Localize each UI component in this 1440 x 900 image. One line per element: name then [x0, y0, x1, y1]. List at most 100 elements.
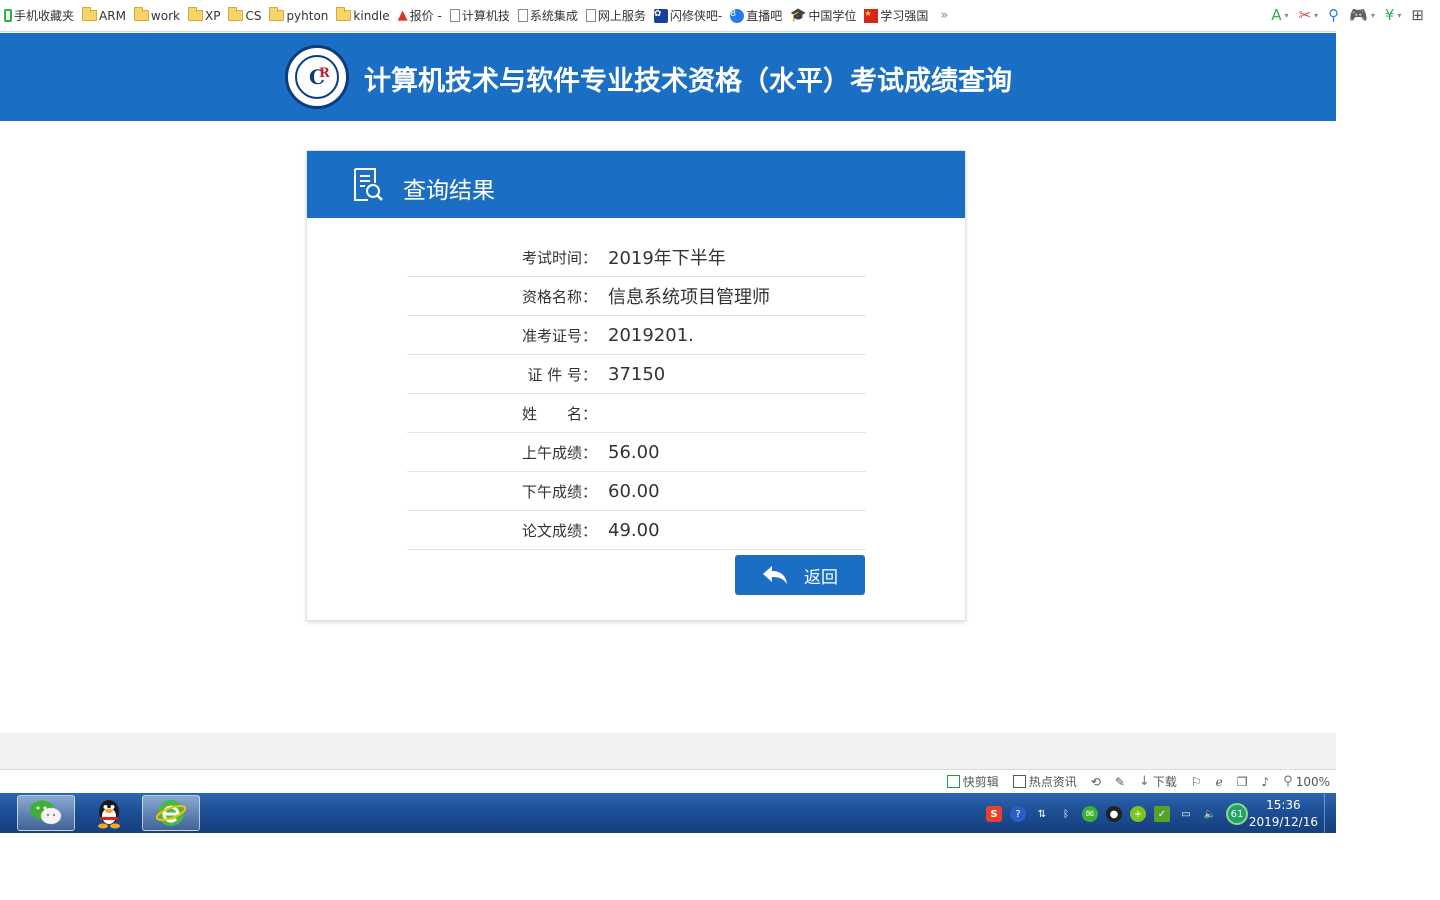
help-icon[interactable]: ? [1010, 806, 1026, 822]
taskbar-browser[interactable] [142, 795, 200, 831]
phone-icon [4, 9, 12, 22]
sogou-s-icon[interactable]: S [986, 806, 1002, 822]
bookmark-label: XP [204, 8, 221, 23]
page-title: 计算机技术与软件专业技术资格（水平）考试成绩查询 [364, 66, 1012, 97]
qq-penguin-icon [98, 800, 120, 829]
system-tray: S ? ⇅ ᛒ ✉ ● + ✓ ▭ 🔈 61 [986, 803, 1248, 825]
row-label: 资格名称： [521, 287, 597, 306]
taskbar-qq[interactable] [80, 795, 138, 831]
row-label: 证 件 号： [527, 365, 597, 384]
row-afternoon-score: 下午成绩： 60.00 [407, 472, 866, 511]
row-admission-number: 准考证号： 2019201. [407, 316, 866, 355]
hot-news-item[interactable]: 热点资讯 [1012, 773, 1077, 790]
bookmark-item[interactable]: XP [187, 7, 221, 23]
result-rows: 考试时间： 2019年下半年 资格名称： 信息系统项目管理师 准考证号： 201… [407, 238, 866, 550]
row-name: 姓 名： [407, 394, 866, 433]
row-value: 2019201. [608, 324, 694, 346]
zoom-item[interactable]: ⚲ 100% [1283, 774, 1330, 789]
bookmark-item[interactable]: work [133, 7, 180, 23]
bookmark-label: 系统集成 [529, 9, 578, 23]
bookmark-item[interactable]: ✿ 闪修侠吧- [653, 7, 723, 24]
folder-icon [269, 7, 285, 21]
back-button[interactable]: 返回 [735, 555, 865, 595]
pin-icon[interactable]: ✎ [1115, 775, 1125, 789]
download-label: 下载 [1152, 775, 1177, 789]
bookmark-label: 中国学位 [808, 9, 857, 23]
gamepad-icon[interactable]: 🎮 ▾ [1349, 6, 1375, 24]
folder-icon [133, 7, 149, 21]
bookmark-item[interactable]: CS [228, 7, 261, 23]
folder-icon [228, 7, 244, 21]
bookmark-label: 计算机技 [461, 9, 510, 23]
show-desktop-button[interactable] [1324, 793, 1336, 833]
paw-icon: ✿ [653, 8, 668, 23]
row-value: 2019年下半年 [608, 248, 726, 269]
network-usb-icon[interactable]: ⇅ [1034, 806, 1050, 822]
security-plus-icon[interactable]: + [1130, 806, 1146, 822]
yen-shield-icon[interactable]: ¥ ▾ [1385, 6, 1402, 24]
clock-time: 15:36 [1266, 798, 1301, 812]
browser-e-icon [156, 800, 186, 826]
flag-icon[interactable]: ⚐ [1191, 775, 1202, 789]
volume-icon[interactable]: 🔈 [1202, 806, 1218, 822]
quick-clip-item[interactable]: 快剪辑 [946, 773, 999, 790]
speaker-icon[interactable]: ♪ [1261, 775, 1269, 789]
page-icon [585, 9, 596, 22]
download-arrow-icon: ↓ [1138, 774, 1150, 789]
quick-clip-label: 快剪辑 [962, 775, 999, 789]
page-icon [517, 9, 528, 22]
bookmarks-overflow-chevron[interactable]: » [940, 8, 948, 23]
row-value: 60.00 [608, 480, 660, 502]
back-button-label: 返回 [804, 567, 838, 588]
row-value: 56.00 [608, 441, 660, 463]
quick-clip-icon [946, 775, 960, 788]
document-search-icon [354, 168, 383, 201]
red-square-icon: ★ [864, 8, 879, 23]
page-footer-strip [0, 733, 1336, 769]
bookmark-item[interactable]: 网上服务 [585, 7, 646, 24]
bookmark-item[interactable]: 系统集成 [517, 7, 578, 24]
bookmark-item[interactable]: pyhton [269, 7, 328, 23]
card-title: 查询结果 [403, 178, 495, 204]
page-icon [449, 9, 460, 22]
windows-taskbar: S ? ⇅ ᛒ ✉ ● + ✓ ▭ 🔈 61 15:36 2019/12/16 [0, 793, 1336, 833]
bookmark-item[interactable]: 🎓 中国学位 [790, 7, 856, 24]
bookmark-label: kindle [353, 8, 390, 23]
bookmark-item[interactable]: ARM [82, 7, 126, 23]
network-monitor-icon[interactable]: ▭ [1178, 806, 1194, 822]
bookmark-item[interactable]: ★ 学习强国 [864, 7, 928, 24]
bookmark-item[interactable]: 计算机技 [449, 7, 510, 24]
triangle-logo-icon: ▲ [397, 8, 408, 23]
ceac-logo: C R [285, 45, 349, 109]
apps-grid-icon[interactable]: ⊞ [1411, 6, 1424, 24]
row-label: 姓 名： [521, 404, 597, 423]
refresh-circle-icon[interactable]: ⟲ [1091, 775, 1101, 789]
bookmark-item[interactable]: 手机收藏夹 [4, 7, 74, 24]
bookmark-label: 闪修侠吧- [669, 9, 723, 23]
row-label: 下午成绩： [521, 482, 597, 501]
qq-tray-icon[interactable]: ● [1106, 806, 1122, 822]
bookmarks-bar: 手机收藏夹 ARM work XP CS pyhton kindle ▲ 报价 - 计算机技 系统集… [0, 0, 1336, 32]
translate-icon[interactable]: A ▾ [1271, 6, 1288, 24]
download-item[interactable]: ↓ 下载 [1139, 773, 1177, 790]
scissors-icon[interactable]: ✂ ▾ [1299, 6, 1319, 24]
bookmark-item[interactable]: kindle [336, 7, 390, 23]
blue-circle-icon: 8 [730, 8, 745, 23]
wechat-tray-icon[interactable]: ✉ [1082, 806, 1098, 822]
return-arrow-icon [763, 566, 787, 584]
safety-shield-icon[interactable]: ✓ [1154, 806, 1170, 822]
taskbar-wechat[interactable] [17, 795, 75, 831]
row-exam-time: 考试时间： 2019年下半年 [407, 238, 866, 277]
battery-badge[interactable]: 61 [1226, 803, 1248, 825]
bluetooth-icon[interactable]: ᛒ [1058, 806, 1074, 822]
bookmark-item[interactable]: ▲ 报价 - [398, 7, 442, 24]
ie-icon[interactable]: ℯ [1216, 775, 1223, 789]
search-icon[interactable]: ⚲ [1328, 6, 1339, 24]
bookmark-item[interactable]: 8 直播吧 [730, 7, 782, 24]
graduation-cap-icon: 🎓 [790, 8, 807, 23]
card-header: 查询结果 [307, 151, 965, 218]
taskbar-clock[interactable]: 15:36 2019/12/16 [1249, 797, 1318, 831]
news-icon [1012, 775, 1026, 788]
row-label: 论文成绩： [521, 521, 597, 540]
window-icon[interactable]: ❐ [1237, 775, 1248, 789]
